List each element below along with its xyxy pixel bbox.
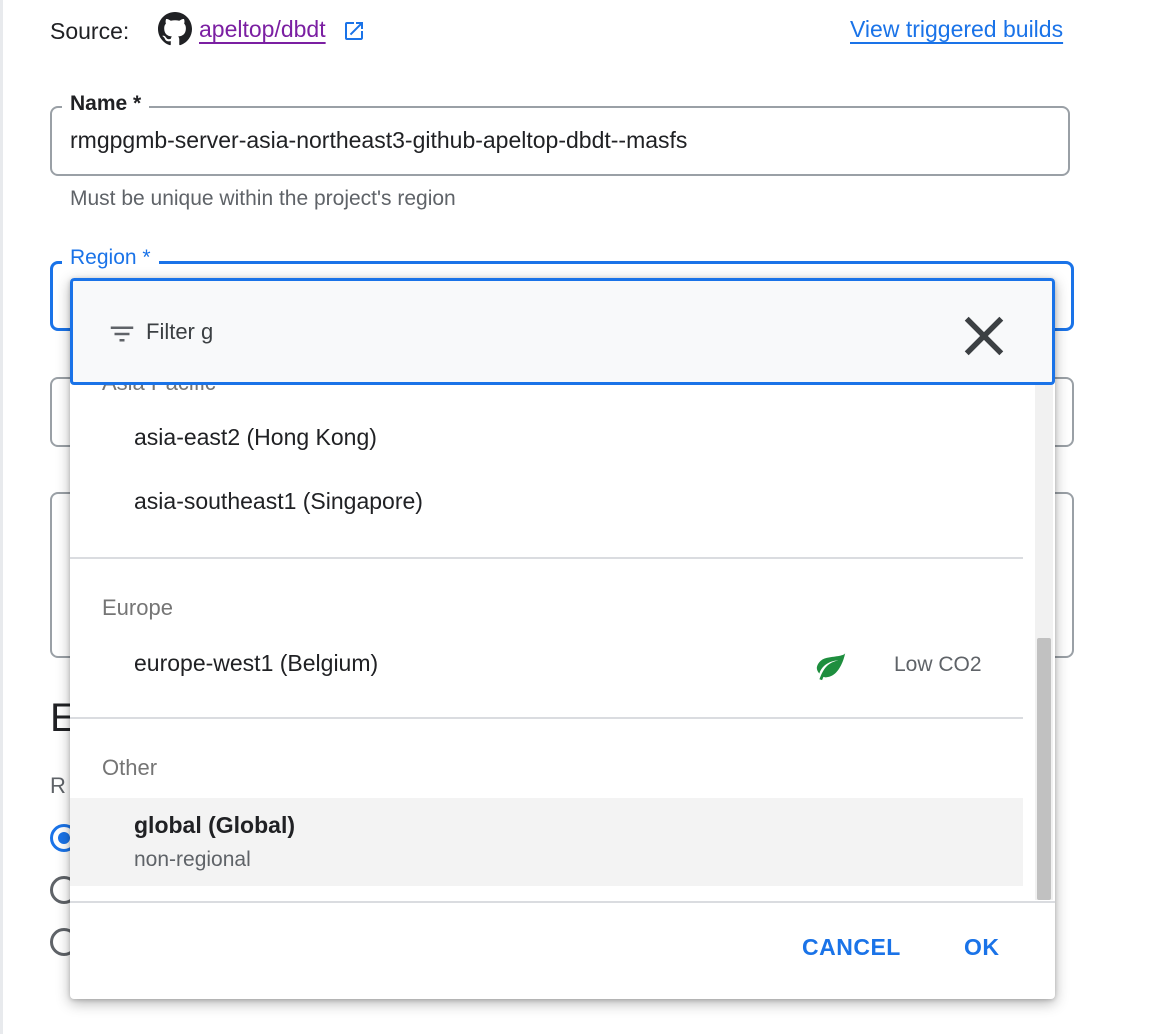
region-options-list: Asia Pacific asia-east2 (Hong Kong) asia… [70,385,1055,900]
filter-input-label: Filter [146,319,195,344]
option-label: asia-southeast1 (Singapore) [134,488,423,514]
option-global[interactable]: global (Global) non-regional [70,798,1023,886]
option-label: asia-east2 (Hong Kong) [134,424,377,450]
option-asia-southeast1[interactable]: asia-southeast1 (Singapore) [70,473,1023,537]
group-divider [70,557,1023,559]
region-field-label: Region * [62,246,159,270]
github-icon [158,12,192,46]
option-sublabel: non-regional [134,848,251,871]
scrollbar-thumb[interactable] [1037,638,1051,900]
filter-list-icon [107,319,137,349]
external-link-icon[interactable] [342,19,366,43]
footer-divider [70,901,1055,903]
option-europe-west1[interactable]: europe-west1 (Belgium) Low CO2 [70,635,1023,699]
group-heading-other: Other [102,755,158,780]
leaf-icon [814,649,848,683]
filter-input-value: g [201,319,214,344]
region-dropdown-panel: Asia Pacific asia-east2 (Hong Kong) asia… [70,278,1055,999]
view-triggered-builds-link[interactable]: View triggered builds [850,16,1063,43]
source-label: Source: [50,18,130,44]
option-label: europe-west1 (Belgium) [134,650,379,676]
page-left-edge [0,0,3,1034]
name-field-label: Name * [62,92,150,116]
source-repo-link[interactable]: apeltop/dbdt [199,16,326,43]
close-icon[interactable] [951,303,1017,369]
filter-bar[interactable]: Filter g [70,278,1055,385]
ok-button[interactable]: OK [964,934,1000,961]
name-field-hint: Must be unique within the project's regi… [70,187,456,210]
group-heading-asia-pacific: Asia Pacific [102,385,216,396]
section-subtitle: R [50,773,66,798]
name-field-value[interactable]: rmgpgmb-server-asia-northeast3-github-ap… [70,127,687,154]
low-co2-label: Low CO2 [894,653,982,676]
option-label: global (Global) [134,812,295,838]
cancel-button[interactable]: CANCEL [802,934,901,961]
group-heading-europe: Europe [102,595,173,620]
option-asia-east2[interactable]: asia-east2 (Hong Kong) [70,409,1023,473]
filter-input[interactable]: Filter g [146,319,213,345]
group-divider [70,717,1023,719]
